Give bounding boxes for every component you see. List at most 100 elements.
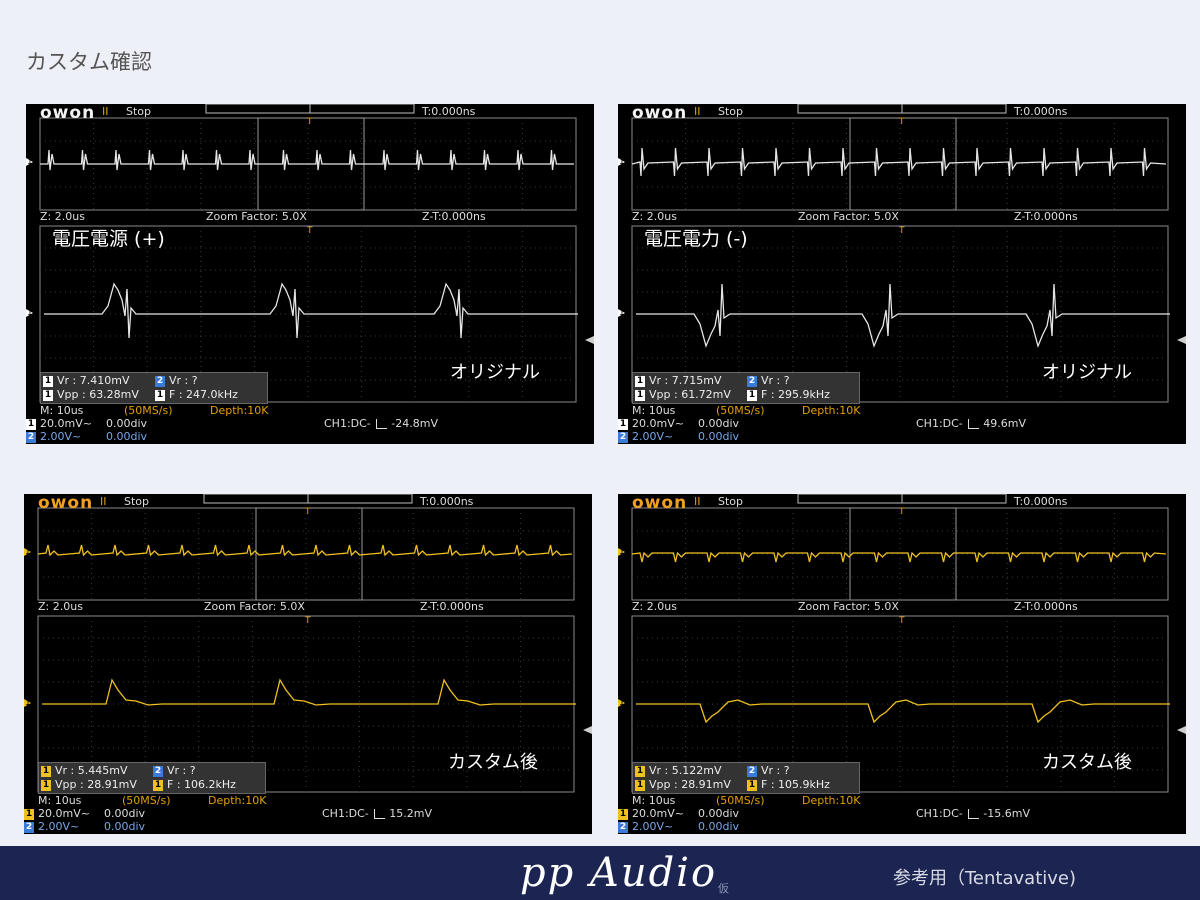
measure-frequency: 1F : 105.9kHz [747,778,830,791]
waveform-label: オリジナル [450,362,540,383]
trigger-time: T:0.000ns [1014,495,1068,508]
trigger-marker-zoom: T [899,616,905,626]
run-state-icon: II [694,495,701,508]
waveform-label: カスタム後 [1042,752,1132,773]
zoom-scale: Z: 2.0us [632,600,677,613]
overview-waveform [631,551,1167,563]
memory-depth: Depth:10K [802,794,861,807]
owon-logo: owon [38,494,94,513]
trigger-marker-zoom: T [305,616,311,626]
run-state[interactable]: Stop [124,495,149,508]
trigger-setting: CH1:DC- -24.8mV [324,417,438,430]
sample-rate: (50MS/s) [124,404,173,417]
trigger-setting: CH1:DC- 49.6mV [916,417,1027,430]
overview-waveform [40,149,574,171]
measurement-title: 電圧電源 (+) [52,228,165,250]
measurement-box: 1 Vr : 5.122mV 2 Vr : ? 1 Vpp : 28.91mV 1 F : 1… [632,762,860,794]
waveform-label: オリジナル [1042,362,1132,383]
measurement-title: 電圧電力 (-) [644,228,748,250]
overview-waveform [37,544,573,557]
zoom-factor: Zoom Factor: 5.0X [204,600,305,613]
trigger-marker-top: T [899,507,905,517]
channel-marker-zoom: 1 [25,698,31,708]
zoom-scale: Z: 2.0us [632,210,677,223]
zoom-factor: Zoom Factor: 5.0X [798,210,899,223]
measure-vr-ch1: 1 Vr : 7.715mV [635,374,722,387]
run-state[interactable]: Stop [718,495,743,508]
reference-note: 参考用（Tentavative) [893,868,1076,889]
ch1-offset: 0.00div [698,417,740,430]
scope-panel: owon II Stop T:0.000ns T 1 Z: 2.0us Zoom Factor… [26,104,594,444]
waveform-label: カスタム後 [448,752,538,773]
measure-vr-ch2: 2 Vr : ? [747,374,790,387]
measure-vpp: 1 Vpp : 28.91mV [635,778,731,791]
owon-logo: owon [40,104,96,123]
measure-vr-ch2: 2 Vr : ? [155,374,198,387]
measure-vpp: 1 Vpp : 28.91mV [41,778,137,791]
timebase: M: 10us [632,404,676,417]
memory-depth: Depth:10K [210,404,269,417]
ch1-scale: 1 20.0mV~ [618,417,684,430]
timebase: M: 10us [632,794,676,807]
channel-marker-top: 1 [27,157,33,167]
sample-rate: (50MS/s) [716,404,765,417]
footer-bar: pp Audio 仮 参考用（Tentavative) [0,846,1200,900]
ch2-offset: 0.00div [106,430,148,443]
measure-vpp: 1 Vpp : 61.72mV [635,388,731,401]
memory-depth: Depth:10K [802,404,861,417]
measurement-box: 1 Vr : 7.715mV 2 Vr : ? 1 Vpp : 61.72mV 1 F : 2… [632,372,860,404]
brand-logo: pp Audio [520,850,718,896]
measure-vr-ch1: 1 Vr : 5.122mV [635,764,722,777]
owon-logo: owon [632,104,688,123]
channel-marker-zoom: 1 [619,698,625,708]
run-state-icon: II [694,105,701,118]
channel-marker-zoom: 1 [27,308,33,318]
draft-mark: 仮 [718,882,729,895]
channel-marker-top: 1 [25,547,31,557]
ch2-scale: 2 2.00V~ [26,430,82,443]
ch1-scale: 1 20.0mV~ [618,807,684,820]
trigger-time: T:0.000ns [420,495,474,508]
zoom-trigger-time: Z-T:0.000ns [1014,210,1078,223]
owon-logo: owon [632,494,688,513]
ch2-scale: 2 2.00V~ [24,820,80,833]
timebase: M: 10us [40,404,84,417]
trigger-time: T:0.000ns [1014,105,1068,118]
measurement-box: 1 Vr : 7.410mV 2 Vr : ? 1 Vpp : 63.28mV 1 F : 2… [40,372,268,404]
timebase: M: 10us [38,794,82,807]
channel-marker-top: 1 [619,547,625,557]
zoom-waveform [636,283,1170,348]
ch2-scale: 2 2.00V~ [618,430,674,443]
ch2-offset: 0.00div [698,820,740,833]
measure-vr-ch1: 1 Vr : 7.410mV [43,374,130,387]
run-state-icon: II [102,105,109,118]
trigger-setting: CH1:DC- 15.2mV [322,807,433,820]
trigger-setting: CH1:DC- -15.6mV [916,807,1030,820]
trigger-time: T:0.000ns [422,105,476,118]
ch1-offset: 0.00div [106,417,148,430]
zoom-factor: Zoom Factor: 5.0X [206,210,307,223]
zoom-trigger-time: Z-T:0.000ns [1014,600,1078,613]
trigger-marker-top: T [899,117,905,127]
scope-panel: owon II Stop T:0.000ns T 1 Z: 2.0us Zoom Factor… [24,494,592,834]
ch1-scale: 1 20.0mV~ [26,417,92,430]
overview-waveform [631,147,1167,177]
ch1-offset: 0.00div [698,807,740,820]
ch1-offset: 0.00div [104,807,146,820]
sample-rate: (50MS/s) [122,794,171,807]
scope-panel: owon II Stop T:0.000ns T 1 Z: 2.0us Zoom Factor… [618,494,1186,834]
run-state[interactable]: Stop [718,105,743,118]
channel-marker-zoom: 1 [619,308,625,318]
zoom-trigger-time: Z-T:0.000ns [420,600,484,613]
zoom-scale: Z: 2.0us [38,600,83,613]
trigger-marker-top: T [305,507,311,517]
ch2-offset: 0.00div [698,430,740,443]
zoom-trigger-time: Z-T:0.000ns [422,210,486,223]
run-state[interactable]: Stop [126,105,151,118]
measure-vpp: 1 Vpp : 63.28mV [43,388,139,401]
trigger-marker-zoom: T [307,226,313,236]
zoom-scale: Z: 2.0us [40,210,85,223]
measure-vr-ch2: 2 Vr : ? [153,764,196,777]
measure-frequency: 1F : 295.9kHz [747,388,830,401]
measure-vr-ch1: 1 Vr : 5.445mV [41,764,128,777]
